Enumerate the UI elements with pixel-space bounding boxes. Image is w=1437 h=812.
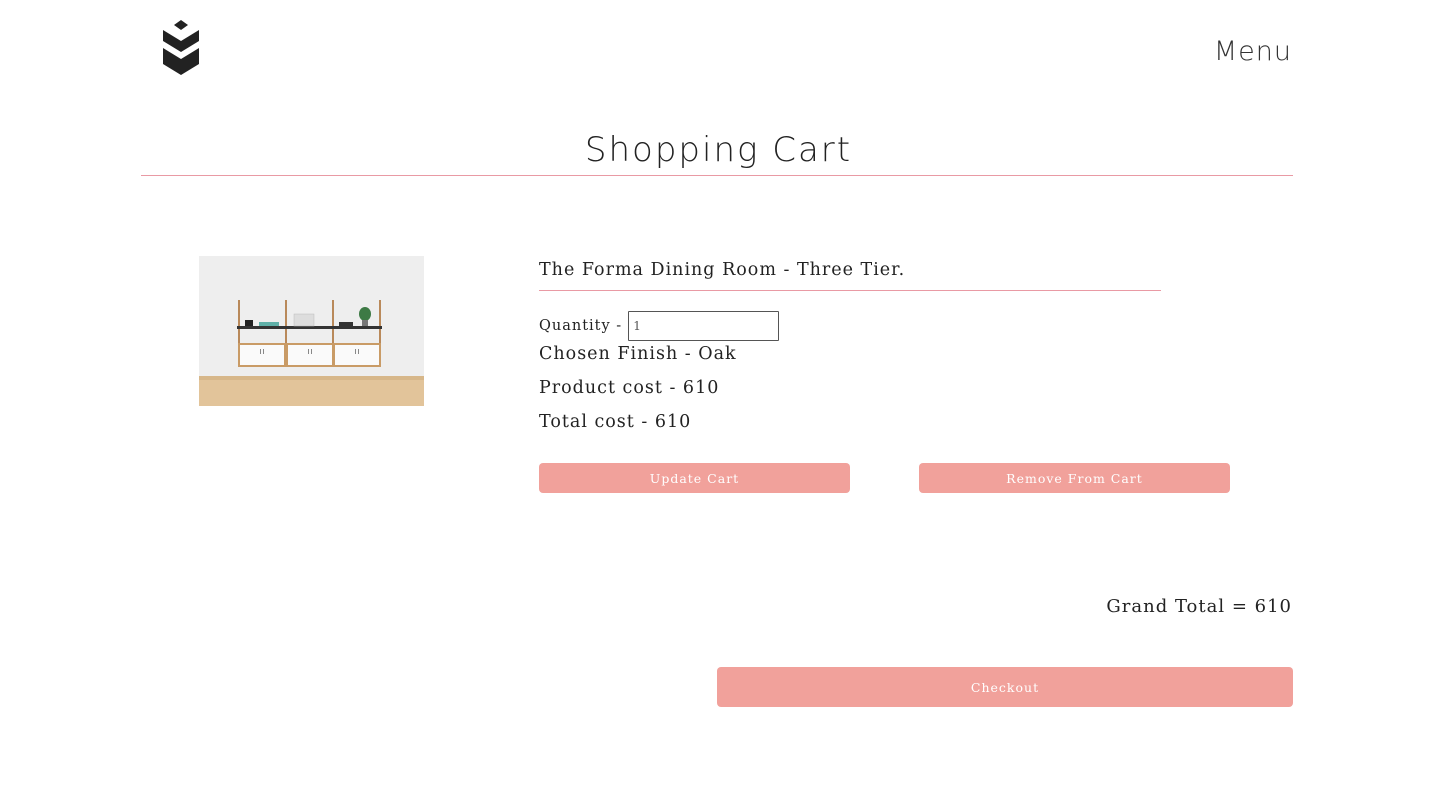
- page-title: Shopping Cart: [584, 130, 853, 170]
- remove-from-cart-button[interactable]: Remove From Cart: [919, 463, 1230, 493]
- update-cart-button[interactable]: Update Cart: [539, 463, 850, 493]
- title-divider: [141, 175, 1293, 176]
- checkout-button[interactable]: Checkout: [717, 667, 1293, 707]
- product-cost: Product cost - 610: [539, 378, 720, 398]
- product-image: [199, 256, 424, 406]
- grand-total: Grand Total = 610: [1106, 596, 1292, 617]
- total-cost: Total cost - 610: [539, 412, 692, 432]
- quantity-input[interactable]: [628, 311, 780, 341]
- menu-link[interactable]: Menu: [1214, 36, 1292, 67]
- quantity-row: Quantity -: [539, 311, 780, 341]
- product-name-divider: [539, 290, 1161, 291]
- product-name: The Forma Dining Room - Three Tier.: [539, 260, 906, 280]
- quantity-label: Quantity -: [539, 318, 623, 334]
- chosen-finish: Chosen Finish - Oak: [539, 344, 737, 364]
- logo-icon[interactable]: [161, 20, 201, 76]
